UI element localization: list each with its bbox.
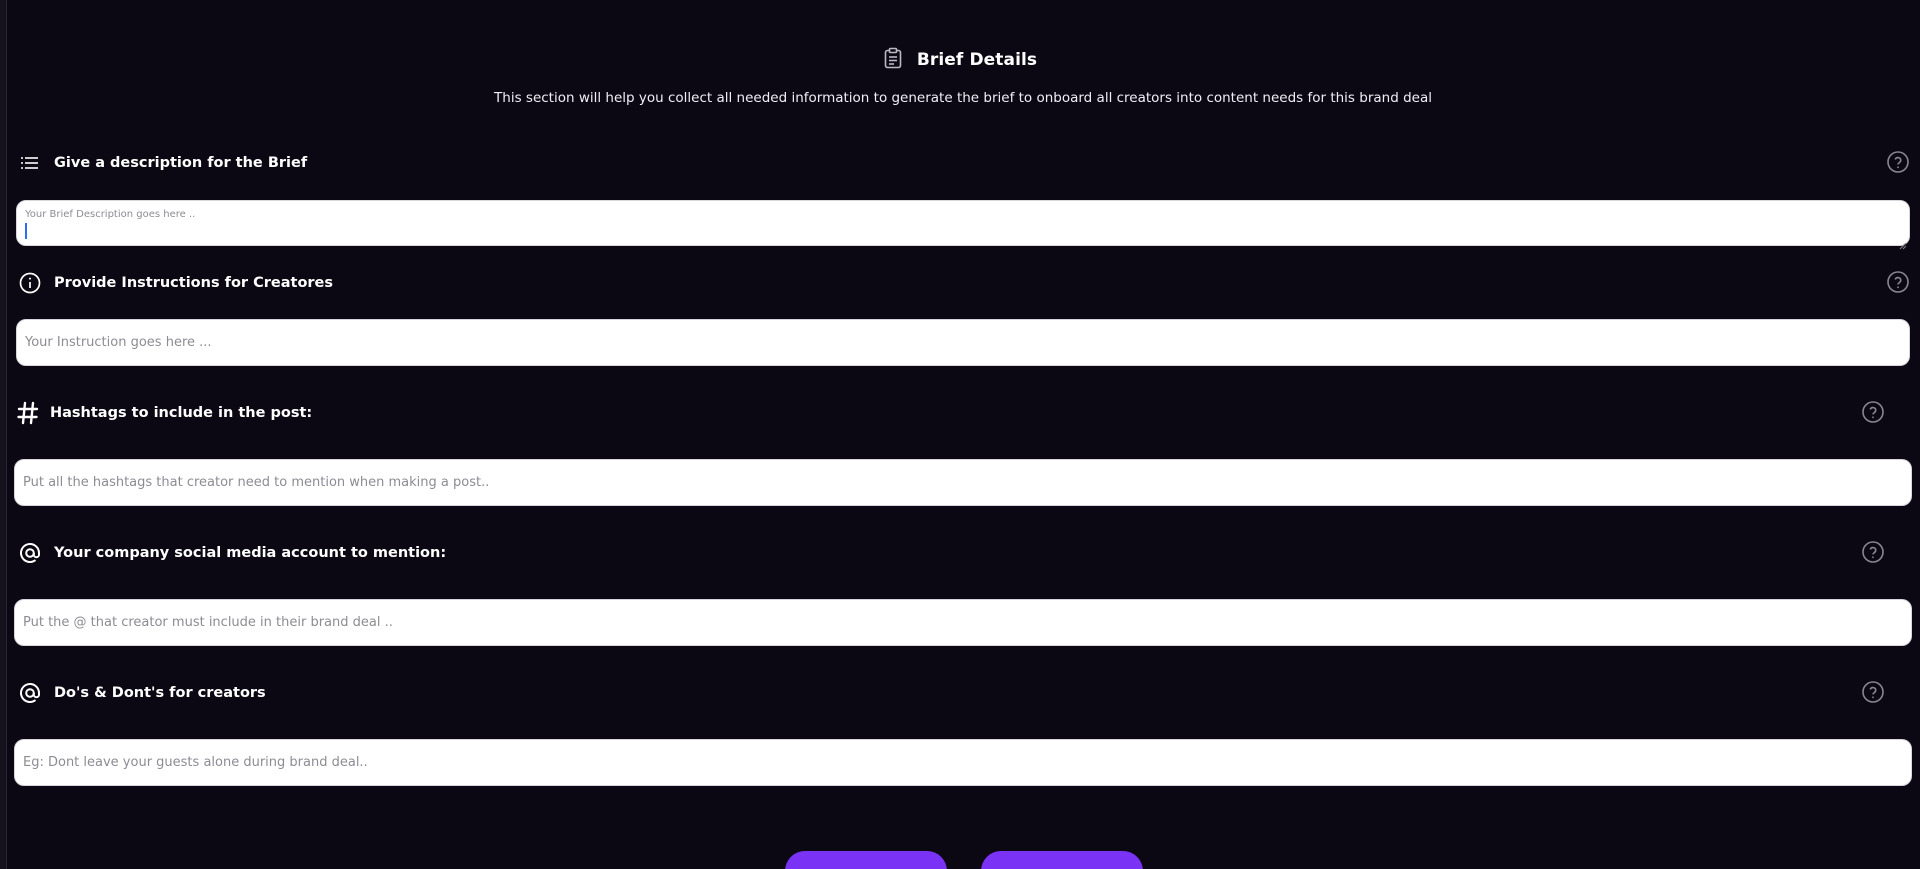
section-description-header: Give a description for the Brief (18, 151, 1902, 175)
hashtags-field[interactable] (14, 459, 1912, 506)
brief-description-field[interactable] (16, 200, 1910, 250)
hashtag-icon (16, 401, 40, 425)
info-icon (18, 271, 42, 295)
help-icon[interactable] (1862, 401, 1884, 423)
brief-details-page: Brief Details This section will help you… (0, 0, 1920, 869)
section-instructions-header: Provide Instructions for Creatores (18, 271, 1902, 295)
instructions-field[interactable] (16, 319, 1910, 366)
dos-donts-field[interactable] (14, 739, 1912, 786)
section-social-account-title: Your company social media account to men… (54, 545, 447, 561)
resize-handle-icon[interactable] (1899, 235, 1907, 250)
section-hashtags-title: Hashtags to include in the post: (50, 405, 313, 421)
dos-donts-input[interactable] (15, 740, 1911, 785)
help-icon[interactable] (1862, 681, 1884, 703)
brief-description-textarea[interactable] (17, 201, 1909, 245)
back-button[interactable] (785, 851, 947, 869)
section-instructions-title: Provide Instructions for Creatores (54, 275, 334, 291)
section-description-title: Give a description for the Brief (54, 155, 308, 171)
brief-header: Brief Details (0, 47, 1920, 73)
instructions-input[interactable] (17, 320, 1909, 365)
help-icon[interactable] (1887, 271, 1909, 293)
section-dos-donts-header: Do's & Dont's for creators (18, 681, 1902, 705)
text-caret (25, 223, 27, 239)
social-account-input[interactable] (15, 600, 1911, 645)
clipboard-icon (883, 47, 903, 73)
page-subtitle: This section will help you collect all n… (494, 90, 1432, 106)
next-button[interactable] (981, 851, 1143, 869)
at-sign-icon (18, 541, 42, 565)
section-hashtags-header: Hashtags to include in the post: (16, 401, 1902, 425)
hashtags-input[interactable] (15, 460, 1911, 505)
list-icon (18, 151, 42, 175)
page-title: Brief Details (916, 50, 1038, 70)
social-account-field[interactable] (14, 599, 1912, 646)
at-sign-icon (18, 681, 42, 705)
section-social-account-header: Your company social media account to men… (18, 541, 1902, 565)
help-icon[interactable] (1887, 151, 1909, 173)
section-dos-donts-title: Do's & Dont's for creators (54, 685, 266, 701)
left-edge-bar (0, 0, 7, 869)
help-icon[interactable] (1862, 541, 1884, 563)
